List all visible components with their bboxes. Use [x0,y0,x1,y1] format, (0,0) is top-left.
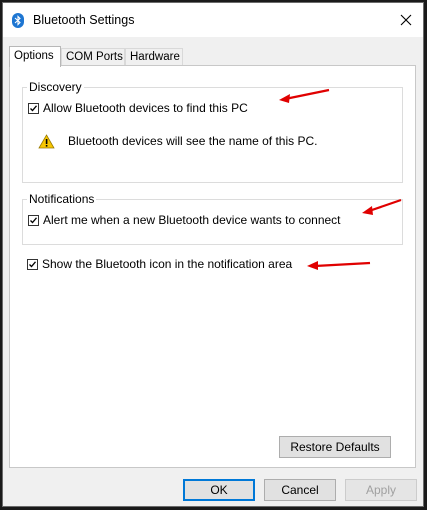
tab-options[interactable]: Options [9,46,61,67]
close-icon [400,14,412,26]
alert-new-device-checkbox[interactable] [28,214,39,226]
allow-discovery-label: Allow Bluetooth devices to find this PC [43,101,248,115]
bluetooth-settings-window: Bluetooth Settings Options COM Ports Har… [2,2,424,507]
close-button[interactable] [389,3,423,37]
discovery-warning-text: Bluetooth devices will see the name of t… [68,134,318,148]
show-tray-icon-checkbox[interactable] [27,258,38,270]
tab-options-label: Options [14,50,54,62]
bluetooth-icon [12,13,24,28]
apply-button[interactable]: Apply [345,479,417,501]
tab-com-ports-label: COM Ports [66,51,123,63]
restore-defaults-button[interactable]: Restore Defaults [279,436,391,458]
tab-hardware-label: Hardware [130,51,180,63]
cancel-button[interactable]: Cancel [264,479,336,501]
allow-discovery-checkbox[interactable] [28,102,39,114]
allow-discovery-checkbox-row[interactable]: Allow Bluetooth devices to find this PC [28,101,248,115]
ok-button[interactable]: OK [183,479,255,501]
window-title: Bluetooth Settings [33,13,135,27]
show-tray-icon-checkbox-row[interactable]: Show the Bluetooth icon in the notificat… [27,257,292,271]
tab-com-ports[interactable]: COM Ports [61,48,125,66]
alert-new-device-label: Alert me when a new Bluetooth device wan… [43,213,341,227]
warning-icon [38,134,55,149]
alert-new-device-checkbox-row[interactable]: Alert me when a new Bluetooth device wan… [28,213,341,227]
discovery-group-label: Discovery [27,80,84,94]
title-bar[interactable]: Bluetooth Settings [3,3,423,37]
notifications-group-label: Notifications [27,192,97,206]
tab-hardware[interactable]: Hardware [125,48,183,66]
notifications-group: Notifications Alert me when a new Blueto… [22,192,403,245]
show-tray-icon-label: Show the Bluetooth icon in the notificat… [42,257,293,271]
options-panel: Discovery Allow Bluetooth devices to fin… [9,65,416,468]
discovery-group: Discovery Allow Bluetooth devices to fin… [22,80,403,183]
